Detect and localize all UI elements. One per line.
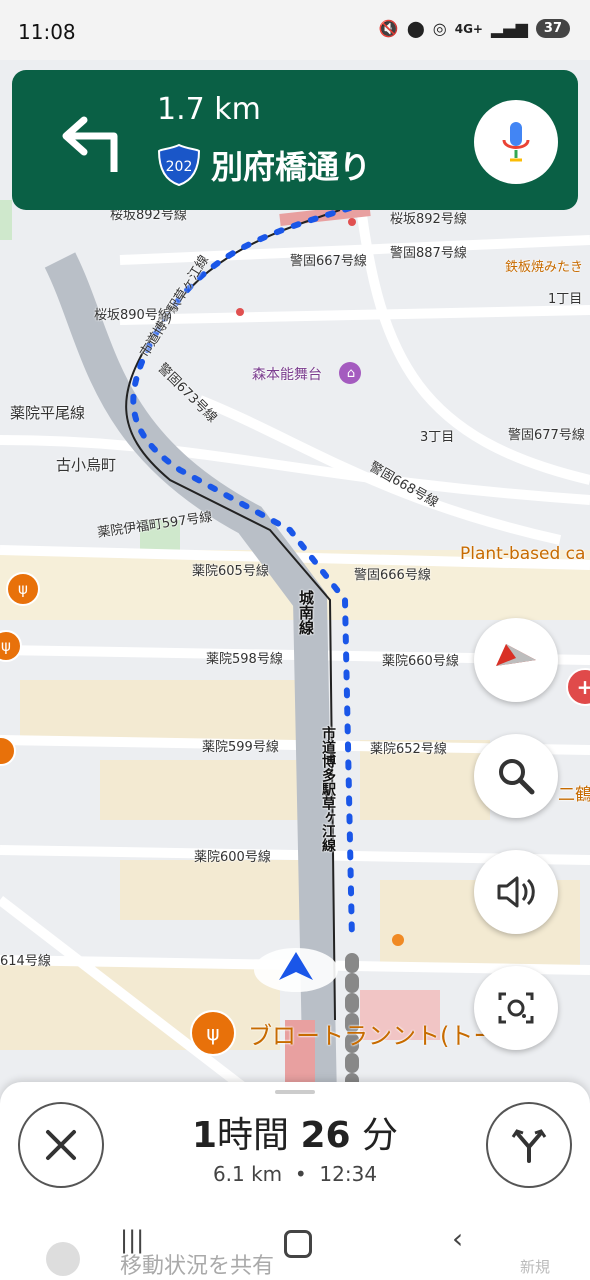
hours-unit: 時間 (217, 1115, 290, 1156)
trip-distance: 6.1 km (212, 1162, 283, 1186)
camera-lens-button[interactable] (474, 966, 558, 1050)
compass-button[interactable] (474, 618, 558, 702)
back-button[interactable]: ‹ (452, 1222, 463, 1255)
map-label: 薬院598号線 (206, 652, 283, 667)
map-label: 城南線 (297, 590, 315, 635)
poi-label[interactable]: 二鶴 (558, 780, 590, 805)
sound-button[interactable] (474, 850, 558, 934)
map-label: 桜坂892号線 (390, 212, 467, 227)
speaker-icon (497, 876, 535, 908)
drag-handle[interactable] (275, 1090, 315, 1094)
route-number: 202 (166, 159, 193, 175)
map-view[interactable]: 桜坂892号線 桜坂892号線 警固887号線 警固667号線 鉄板焼みたき 1… (0, 60, 590, 1100)
recent-apps-button[interactable]: ||| (120, 1226, 144, 1254)
map-label: 古小烏町 (56, 456, 117, 474)
turn-distance: 1.7 km (157, 92, 261, 127)
search-along-route-button[interactable] (474, 734, 558, 818)
map-label: 薬院600号線 (194, 850, 271, 865)
signal-icon: ▂▄▆ (490, 19, 528, 38)
road-info: 202 別府橋通り (157, 142, 371, 188)
arrival-time: 12:34 (319, 1162, 378, 1186)
map-label: 薬院605号線 (192, 564, 269, 579)
voice-search-button[interactable] (474, 100, 558, 184)
home-button[interactable] (284, 1230, 312, 1258)
restaurant-icon[interactable]: ψ (6, 572, 40, 606)
turn-instruction-card[interactable]: 1.7 km 202 別府橋通り (12, 70, 578, 210)
status-bar: 11:08 🔇 ⬤ ◎ 4G+ ▂▄▆ 37 (0, 0, 590, 60)
duration-hours: 1 (191, 1115, 217, 1156)
map-label: 614号線 (0, 954, 51, 969)
duration-minutes: 26 (300, 1115, 351, 1156)
microphone-icon (502, 122, 530, 162)
alternate-routes-button[interactable] (486, 1102, 572, 1188)
minutes-unit: 分 (362, 1115, 399, 1156)
map-label: 3丁目 (420, 430, 455, 445)
map-label: 警固887号線 (390, 246, 467, 261)
map-label: 警固677号線 (508, 428, 585, 443)
separator: • (294, 1162, 307, 1186)
restaurant-icon[interactable]: ψ (190, 1010, 236, 1056)
network-type: 4G+ (454, 21, 483, 36)
road-name: 別府橋通り (211, 148, 372, 186)
map-label: 鉄板焼みたき (505, 260, 584, 275)
map-label: 薬院652号線 (370, 742, 447, 757)
hotspot-icon: ◎ (432, 19, 447, 38)
map-label: 警固666号線 (354, 568, 431, 583)
map-label: 警固667号線 (290, 254, 367, 269)
compass-icon (496, 644, 536, 666)
camera-icon (498, 992, 534, 1024)
route-fork-icon (511, 1129, 547, 1163)
map-label: 薬院平尾線 (10, 404, 86, 422)
system-nav-bar: ||| ‹ (0, 1210, 590, 1280)
mute-icon: 🔇 (378, 19, 399, 38)
map-label: 1丁目 (548, 292, 583, 307)
map-label: 薬院660号線 (382, 654, 459, 669)
battery-indicator: 37 (535, 19, 570, 38)
search-icon (499, 759, 535, 795)
map-label: 薬院599号線 (202, 740, 279, 755)
location-icon: ⬤ (406, 19, 425, 38)
poi-label[interactable]: 森本能舞台 (252, 364, 322, 384)
landmark-icon: ⌂ (346, 365, 356, 381)
map-label: 市道博多駅草ヶ江線 (320, 726, 336, 852)
poi-label[interactable]: Plant-based ca (460, 544, 585, 564)
turn-left-arrow-icon (62, 116, 118, 172)
map-canvas (0, 60, 590, 1100)
status-time: 11:08 (18, 20, 76, 44)
status-icons: 🔇 ⬤ ◎ 4G+ ▂▄▆ 37 (379, 19, 570, 38)
route-shield-icon: 202 (157, 143, 201, 187)
